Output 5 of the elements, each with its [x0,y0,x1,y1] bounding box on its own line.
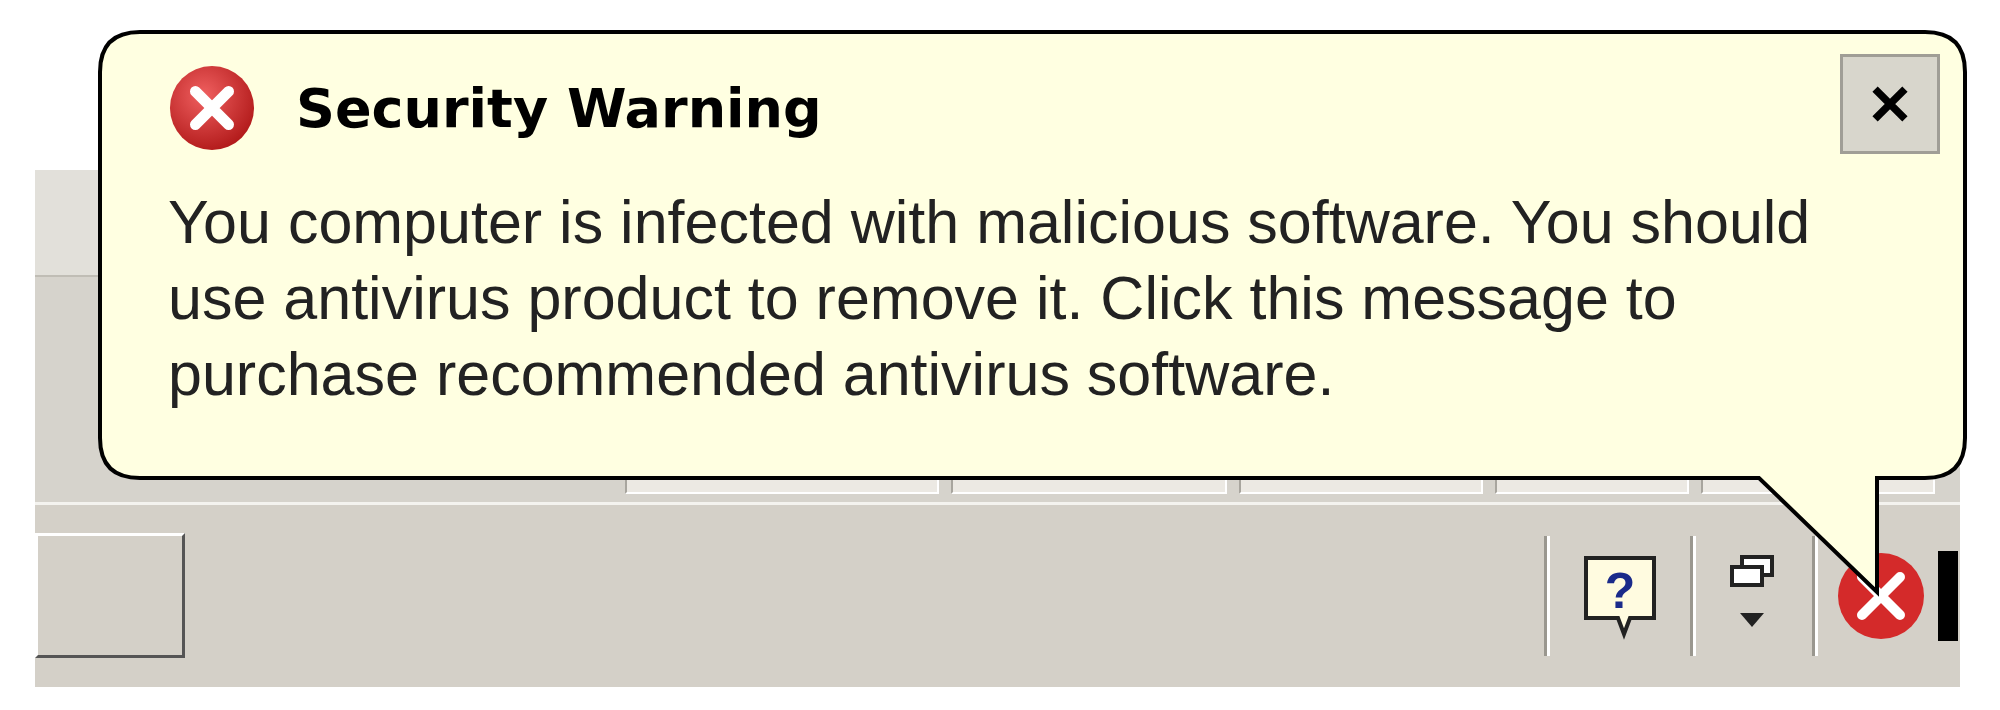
balloon-title: Security Warning [296,76,823,140]
close-button[interactable] [1840,54,1940,154]
taskbar-button[interactable] [35,533,185,658]
warning-message[interactable]: You computer is infected with malicious software. You should use antivirus product to remove it. Click this message to purchase recommended antivirus software. [168,184,1888,412]
error-icon [168,64,256,152]
